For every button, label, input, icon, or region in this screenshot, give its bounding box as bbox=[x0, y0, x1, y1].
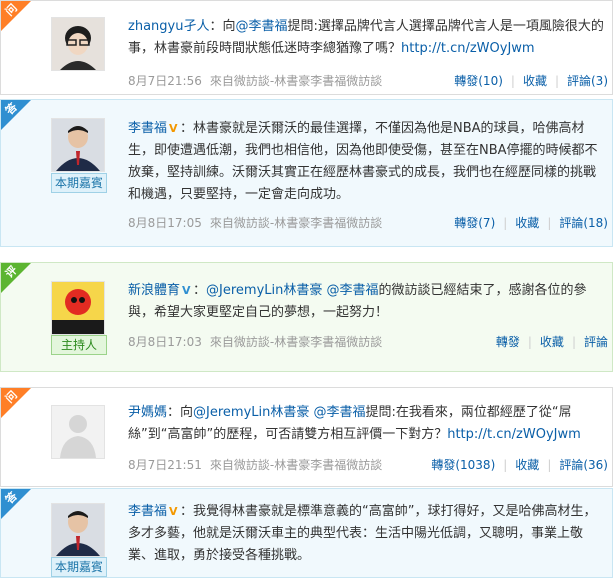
comment-button[interactable]: 評論(3) bbox=[567, 74, 608, 88]
verified-icon: V bbox=[169, 122, 178, 133]
favorite-button[interactable]: 收藏 bbox=[523, 74, 547, 88]
post-time[interactable]: 8月8日17:03 bbox=[128, 335, 202, 349]
verified-icon: V bbox=[169, 505, 178, 516]
post-text: 李書福 V ：我覺得林書豪就是標準意義的“高富帥”，球打得好，又是哈佛高材生，多才多… bbox=[128, 504, 597, 563]
comment-button[interactable]: 評論 bbox=[584, 335, 608, 349]
interview-feed: 问 zhangyu孑人：向@李書福提問:選擇品牌代言人選擇品牌代言人是一項風險很… bbox=[0, 0, 615, 578]
post-source[interactable]: 來自微訪談-林書豪李書福微訪談 bbox=[210, 216, 382, 230]
forward-button[interactable]: 轉發(1038) bbox=[431, 458, 495, 472]
svg-text:V: V bbox=[169, 122, 178, 133]
mention-link[interactable]: @李書福 bbox=[314, 405, 366, 420]
post-meta: 8月7日21:56 來自微訪談-林書豪李書福微訪談 轉發(10) | 收藏 | 評論(3) bbox=[128, 74, 608, 88]
post-source[interactable]: 來自微訪談-林書豪李書福微訪談 bbox=[210, 74, 382, 88]
forward-button[interactable]: 轉發(7) bbox=[454, 216, 495, 230]
mention-link[interactable]: @JeremyLin林書豪 bbox=[206, 283, 322, 298]
avatar[interactable] bbox=[51, 118, 105, 172]
forward-button[interactable]: 轉發 bbox=[496, 335, 520, 349]
post-text: 新浪體育 V ：@JeremyLin林書豪 @李書福的微訪談已經結束了，感謝各位的參… bbox=[128, 283, 587, 320]
user-name[interactable]: zhangyu孑人 bbox=[128, 19, 209, 34]
user-name[interactable]: 李書福 bbox=[128, 121, 167, 136]
avatar[interactable] bbox=[51, 17, 105, 71]
post-card: 问 zhangyu孑人：向@李書福提問:選擇品牌代言人選擇品牌代言人是一項風險很… bbox=[0, 0, 613, 95]
avatar[interactable] bbox=[51, 281, 105, 335]
svg-text:V: V bbox=[169, 505, 178, 516]
mention-link[interactable]: @李書福 bbox=[327, 283, 379, 298]
host-badge: 主持人 bbox=[51, 335, 107, 355]
verified-icon: V bbox=[182, 284, 191, 295]
favorite-button[interactable]: 收藏 bbox=[515, 458, 539, 472]
post-text: 尹媽媽：向@JeremyLin林書豪 @李書福提問:在我看來，兩位都經歷了從“屌… bbox=[128, 405, 581, 442]
guest-badge: 本期嘉賓 bbox=[51, 557, 107, 577]
answer-tag: 答 bbox=[1, 489, 31, 519]
answer-tag: 答 bbox=[1, 100, 31, 130]
user-name[interactable]: 李書福 bbox=[128, 504, 167, 519]
guest-badge: 本期嘉賓 bbox=[51, 173, 107, 193]
post-card: 评 主持人 新浪體育 V ：@JeremyLin林書豪 @李書福的微訪談已經結束了，… bbox=[0, 262, 613, 372]
favorite-button[interactable]: 收藏 bbox=[515, 216, 539, 230]
post-meta: 8月8日17:03 來自微訪談-林書豪李書福微訪談 轉發 | 收藏 | 評論 bbox=[128, 335, 608, 349]
post-card: 答 本期嘉賓 李書福 V ：我覺得林書豪就是標準意義的“高富帥”，球打得好，又是哈佛… bbox=[0, 488, 613, 578]
user-name[interactable]: 尹媽媽 bbox=[128, 405, 167, 420]
post-time[interactable]: 8月8日17:05 bbox=[128, 216, 202, 230]
url-link[interactable]: http://t.cn/zWOyJwm bbox=[401, 41, 535, 56]
mention-link[interactable]: @李書福 bbox=[235, 19, 287, 34]
post-time[interactable]: 8月7日21:51 bbox=[128, 458, 202, 472]
comment-button[interactable]: 評論(36) bbox=[559, 458, 608, 472]
post-time[interactable]: 8月7日21:56 bbox=[128, 74, 202, 88]
post-source[interactable]: 來自微訪談-林書豪李書福微訪談 bbox=[210, 335, 382, 349]
post-text: zhangyu孑人：向@李書福提問:選擇品牌代言人選擇品牌代言人是一項風險很大的… bbox=[128, 19, 604, 56]
avatar[interactable] bbox=[51, 405, 105, 459]
post-card: 问 尹媽媽：向@JeremyLin林書豪 @李書福提問:在我看來，兩位都經歷了從… bbox=[0, 387, 613, 487]
post-text: 李書福 V ：林書豪就是沃爾沃的最佳選擇，不僅因為他是NBA的球員，哈佛高材生，即使… bbox=[128, 121, 598, 202]
question-tag: 问 bbox=[1, 388, 31, 418]
post-meta: 8月7日21:51 來自微訪談-林書豪李書福微訪談 轉發(1038) | 收藏 | 評論(… bbox=[128, 458, 608, 472]
post-meta: 8月8日17:05 來自微訪談-林書豪李書福微訪談 轉發(7) | 收藏 | 評論(18) bbox=[128, 216, 608, 230]
question-tag: 问 bbox=[1, 1, 31, 31]
mention-link[interactable]: @JeremyLin林書豪 bbox=[193, 405, 309, 420]
avatar[interactable] bbox=[51, 503, 105, 557]
favorite-button[interactable]: 收藏 bbox=[540, 335, 564, 349]
post-source[interactable]: 來自微訪談-林書豪李書福微訪談 bbox=[210, 458, 382, 472]
user-name[interactable]: 新浪體育 bbox=[128, 283, 180, 298]
forward-button[interactable]: 轉發(10) bbox=[454, 74, 503, 88]
comment-button[interactable]: 評論(18) bbox=[559, 216, 608, 230]
comment-tag: 评 bbox=[1, 263, 31, 293]
post-card: 答 本期嘉賓 李書福 V ：林書豪就是沃爾沃的最佳選擇，不僅因為他是NBA的球員，哈… bbox=[0, 99, 613, 247]
svg-text:V: V bbox=[182, 284, 191, 295]
url-link[interactable]: http://t.cn/zWOyJwm bbox=[447, 427, 581, 442]
